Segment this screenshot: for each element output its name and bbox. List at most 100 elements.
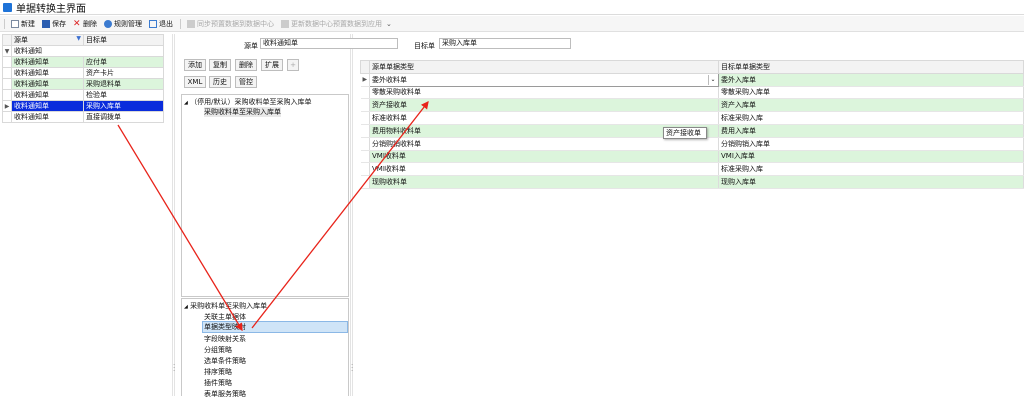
table-row[interactable]: 现购收料单 现购入库单: [360, 175, 1024, 189]
cell-source-type-combo[interactable]: 委外收料单 ⌄: [369, 72, 719, 87]
app-icon: [3, 2, 12, 12]
left-splitter[interactable]: · · ·: [172, 34, 175, 396]
table-row-selected[interactable]: ▶ 收料通知单 采购入库单: [2, 100, 164, 112]
chevron-down-icon[interactable]: ⌄: [708, 74, 717, 85]
right-splitter[interactable]: · · ·: [350, 34, 353, 396]
control-button[interactable]: 管控: [235, 76, 257, 88]
cell-source[interactable]: 收料通知单: [11, 67, 84, 79]
plus-button[interactable]: +: [287, 59, 299, 71]
group-label: 收料通知: [11, 45, 164, 57]
source-label: 源单: [244, 42, 258, 50]
cell-target-type[interactable]: 标准采购入库: [718, 111, 1024, 125]
row-indicator: [2, 111, 12, 123]
column-header-target-type[interactable]: 目标单单据类型: [718, 60, 1024, 74]
cell-target-type[interactable]: 现购入库单: [718, 175, 1024, 189]
table-row[interactable]: 收料通知单 检验单: [2, 89, 164, 101]
table-row[interactable]: VMI收料单 标准采购入库: [360, 162, 1024, 177]
tree-item[interactable]: 排序策略: [204, 367, 232, 377]
cell-source[interactable]: 收料通知单: [11, 111, 84, 123]
row-indicator: [360, 124, 370, 138]
tree-item[interactable]: 表单服务策略: [204, 389, 246, 399]
tree-node-child[interactable]: 采购收料单至采购入库单: [204, 107, 281, 117]
cell-source-type[interactable]: VMI收料单: [369, 150, 719, 164]
row-indicator: [360, 162, 370, 177]
toolbar-separator: [180, 18, 181, 29]
cell-target[interactable]: 应付单: [83, 56, 164, 68]
row-indicator: [360, 137, 370, 151]
target-label: 目标单: [414, 42, 435, 50]
filter-icon[interactable]: ▼: [76, 35, 81, 42]
cell-target[interactable]: 直接调拨单: [83, 111, 164, 123]
rule-list-grid: 源单 ▼ 目标单 ▼ 收料通知 收料通知单 应付单 收料通知单 资产卡片 收料通…: [2, 34, 164, 123]
tree-item[interactable]: 插件策略: [204, 378, 232, 388]
rule-manage-button[interactable]: 规则管理: [104, 19, 142, 29]
exit-icon: [149, 19, 157, 28]
update-preset-button[interactable]: 更新数据中心预置数据到应用 ⌄: [281, 19, 392, 29]
table-row[interactable]: 收料通知单 资产卡片: [2, 67, 164, 79]
cell-source[interactable]: 收料通知单: [11, 78, 84, 90]
save-button[interactable]: 保存: [42, 19, 66, 29]
new-button[interactable]: 新建: [11, 19, 35, 29]
expand-button[interactable]: 扩展: [261, 59, 283, 71]
table-row-current[interactable]: ▶ 委外收料单 ⌄ 委外入库单: [360, 72, 1024, 87]
cell-target-type[interactable]: 资产入库单: [718, 98, 1024, 113]
xml-button[interactable]: XML: [184, 76, 206, 88]
copy-button[interactable]: 复制: [209, 59, 231, 71]
delete-rule-button[interactable]: 删除: [235, 59, 257, 71]
table-row[interactable]: 收料通知单 采购退料单: [2, 78, 164, 90]
row-indicator: [360, 150, 370, 164]
cell-target-type[interactable]: 费用入库单: [718, 124, 1024, 138]
table-row[interactable]: 标准收料单 标准采购入库: [360, 111, 1024, 125]
toolbar: 新建 保存 ✕ 删除 规则管理 退出 同步预置数据到数据中心 更新数据中心预置数…: [0, 16, 1024, 32]
group-row[interactable]: ▼ 收料通知: [2, 45, 164, 57]
column-header-source[interactable]: 源单 ▼: [11, 34, 84, 46]
chevron-down-icon[interactable]: ⌄: [386, 20, 392, 28]
cell-target-type[interactable]: 分销购销入库单: [718, 137, 1024, 151]
cell-target-type[interactable]: 标准采购入库: [718, 162, 1024, 177]
table-row[interactable]: 收料通知单 直接调拨单: [2, 111, 164, 123]
expand-triangle-icon[interactable]: ◢: [184, 304, 188, 310]
sync-preset-button[interactable]: 同步预置数据到数据中心: [187, 19, 274, 29]
add-button[interactable]: 添加: [184, 59, 206, 71]
tree-item[interactable]: 字段映射关系: [204, 334, 246, 344]
tree-item[interactable]: 分组策略: [204, 345, 232, 355]
table-row[interactable]: 零散采购收料单 零散采购入库单: [360, 86, 1024, 100]
cell-target[interactable]: 采购入库单: [83, 100, 164, 112]
cell-source-type[interactable]: 资产接收单: [369, 98, 719, 113]
cell-target[interactable]: 检验单: [83, 89, 164, 101]
cell-target-type[interactable]: VMI入库单: [718, 150, 1024, 164]
cell-target-type[interactable]: 委外入库单: [718, 73, 1024, 87]
table-row[interactable]: 收料通知单 应付单: [2, 56, 164, 68]
cell-source-type[interactable]: VMI收料单: [369, 162, 719, 177]
delete-button[interactable]: ✕ 删除: [73, 19, 97, 29]
splitter-grip: · · ·: [173, 361, 176, 375]
source-field[interactable]: 收料通知单: [260, 38, 398, 49]
cell-target-type[interactable]: 零散采购入库单: [718, 86, 1024, 100]
tree-node-root[interactable]: ◢ 采购收料单至采购入库单: [184, 301, 267, 311]
exit-button[interactable]: 退出: [149, 19, 173, 29]
tree-item-selected[interactable]: 单据类型映射: [202, 321, 348, 333]
cell-source-type[interactable]: 分销购销收料单: [369, 137, 719, 151]
table-row[interactable]: 分销购销收料单 分销购销入库单: [360, 137, 1024, 151]
tree-node-root[interactable]: ◢ （停用/默认）采购收料单至采购入库单: [184, 97, 311, 107]
cell-source-type[interactable]: 零散采购收料单: [369, 86, 719, 100]
cell-source-type[interactable]: 标准收料单: [369, 111, 719, 125]
current-row-indicator-icon: ▶: [2, 100, 12, 112]
collapse-icon[interactable]: ▼: [2, 45, 12, 57]
expand-triangle-icon[interactable]: ◢: [184, 100, 188, 106]
tree-item[interactable]: 选单条件策略: [204, 356, 246, 366]
cell-source-type[interactable]: 现购收料单: [369, 175, 719, 189]
cell-source[interactable]: 收料通知单: [11, 56, 84, 68]
column-header-source-type[interactable]: 源单单据类型: [369, 60, 719, 74]
target-field[interactable]: 采购入库单: [439, 38, 571, 49]
history-button[interactable]: 历史: [209, 76, 231, 88]
cell-source[interactable]: 收料通知单: [11, 89, 84, 101]
table-row[interactable]: VMI收料单 VMI入库单: [360, 150, 1024, 164]
update-icon: [281, 19, 289, 28]
delete-x-icon: ✕: [73, 18, 81, 29]
cell-source[interactable]: 收料通知单: [11, 100, 84, 112]
column-header-target[interactable]: 目标单: [83, 34, 164, 46]
cell-target[interactable]: 采购退料单: [83, 78, 164, 90]
cell-target[interactable]: 资产卡片: [83, 67, 164, 79]
table-row[interactable]: 资产接收单 资产入库单: [360, 98, 1024, 113]
